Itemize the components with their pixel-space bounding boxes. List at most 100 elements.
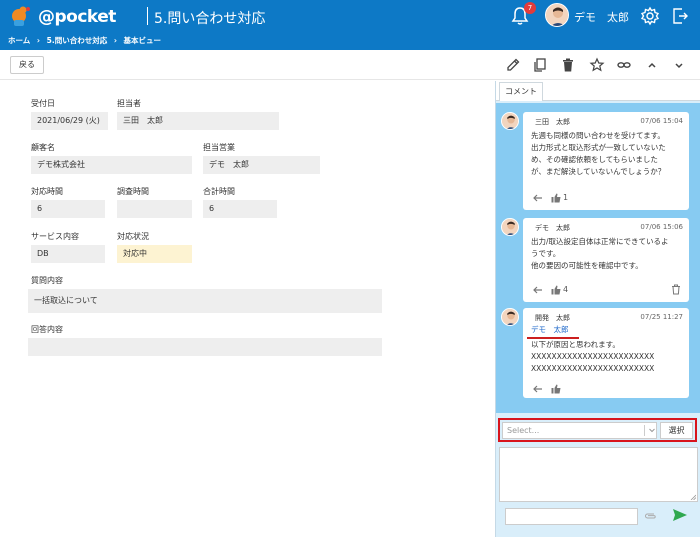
mention-underline bbox=[527, 337, 579, 339]
comment-line: 他の要因の可能性を確認中です。 bbox=[531, 261, 643, 270]
select-divider bbox=[644, 425, 645, 436]
like-count: 1 bbox=[563, 193, 569, 202]
field-label: サービス内容 bbox=[31, 232, 79, 241]
app-logo[interactable]: @pocket bbox=[10, 3, 116, 29]
avatar bbox=[501, 218, 519, 236]
reply-icon[interactable] bbox=[533, 384, 543, 394]
user-avatar-icon bbox=[502, 219, 518, 235]
logo-text: @pocket bbox=[38, 7, 116, 27]
research-time-value bbox=[117, 200, 192, 218]
breadcrumb-separator: › bbox=[36, 36, 40, 45]
user-name[interactable]: デモ 太郎 bbox=[574, 9, 629, 25]
question-value: 一括取込について bbox=[28, 289, 382, 313]
field-label: 回答内容 bbox=[31, 325, 63, 334]
breadcrumb-app[interactable]: 5.問い合わせ対応 bbox=[47, 36, 108, 45]
total-time-value: 6 bbox=[203, 200, 277, 218]
select-button[interactable]: 選択 bbox=[660, 422, 693, 439]
pencil-icon[interactable] bbox=[505, 57, 521, 73]
comment-line: XXXXXXXXXXXXXXXXXXXXXXXX bbox=[531, 352, 655, 361]
comment-card: 開発 太郎 07/25 11:27 デモ 太郎 以下が原因と思われます。 XXX… bbox=[523, 308, 689, 398]
field-label: 対応時間 bbox=[31, 187, 63, 196]
field-label: 調査時間 bbox=[117, 187, 149, 196]
comment-line: うです。 bbox=[531, 249, 561, 258]
like-icon[interactable] bbox=[551, 384, 561, 394]
copy-icon[interactable] bbox=[532, 57, 548, 73]
answer-value bbox=[28, 338, 382, 356]
comment-panel: コメント 三田 太郎 07/06 15:04 先週も同様の問い合わせを受けてます… bbox=[495, 81, 700, 537]
chevron-up-icon[interactable] bbox=[644, 57, 660, 73]
field-label: 合計時間 bbox=[203, 187, 235, 196]
comment-line: 以下が原因と思われます。 bbox=[531, 340, 620, 349]
field-label: 顧客名 bbox=[31, 143, 55, 152]
user-avatar-icon bbox=[502, 113, 518, 129]
comment-time: 07/25 11:27 bbox=[640, 313, 683, 321]
field-label: 担当者 bbox=[117, 99, 141, 108]
title-separator bbox=[147, 7, 148, 25]
chevron-down-icon[interactable] bbox=[671, 57, 687, 73]
star-icon[interactable] bbox=[589, 57, 605, 73]
avatar bbox=[501, 308, 519, 326]
notification-badge: 7 bbox=[524, 2, 536, 14]
trash-icon[interactable] bbox=[671, 284, 681, 295]
avatar bbox=[501, 112, 519, 130]
mention-select-row: Select... 選択 bbox=[496, 418, 700, 444]
comment-author: 開発 太郎 bbox=[535, 314, 570, 322]
sales-rep-value: デモ 太郎 bbox=[203, 156, 320, 174]
comment-text: 先週も同様の問い合わせを受けてます。 出力形式と取込形式が一致していないた め、… bbox=[531, 130, 686, 178]
status-badge: 対応中 bbox=[117, 245, 192, 263]
trash-icon[interactable] bbox=[560, 57, 576, 73]
breadcrumb-separator: › bbox=[113, 36, 117, 45]
mention-link[interactable]: デモ 太郎 bbox=[531, 324, 686, 336]
breadcrumb-view[interactable]: 基本ビュー bbox=[124, 36, 162, 45]
comment-list: 三田 太郎 07/06 15:04 先週も同様の問い合わせを受けてます。 出力形… bbox=[496, 103, 700, 413]
comment-time: 07/06 15:06 bbox=[640, 223, 683, 231]
side-tabs: コメント bbox=[496, 81, 700, 101]
back-button[interactable]: 戻る bbox=[10, 56, 44, 74]
avatar[interactable] bbox=[545, 3, 569, 27]
record-detail: 受付日 2021/06/29 (火) 担当者 三田 太郎 顧客名 デモ株式会社 … bbox=[6, 81, 494, 537]
comment-line: 出力/取込設定自体は正常にできているよ bbox=[531, 237, 669, 246]
comment-card: 三田 太郎 07/06 15:04 先週も同様の問い合わせを受けてます。 出力形… bbox=[523, 112, 689, 210]
like-icon[interactable] bbox=[551, 193, 561, 203]
chevron-down-icon[interactable] bbox=[648, 426, 656, 434]
send-icon[interactable] bbox=[672, 507, 688, 523]
link-icon[interactable] bbox=[616, 57, 632, 73]
field-label: 対応状況 bbox=[117, 232, 149, 241]
comment-line: め、その確認依頼をしてもらいました bbox=[531, 155, 658, 164]
comment-line: 先週も同様の問い合わせを受けてます。 bbox=[531, 131, 665, 140]
field-label: 担当営業 bbox=[203, 143, 235, 152]
reply-icon[interactable] bbox=[533, 285, 543, 295]
kangaroo-logo-icon bbox=[12, 6, 30, 26]
comment-author: デモ 太郎 bbox=[535, 224, 570, 232]
service-value: DB bbox=[31, 245, 105, 263]
comment-textarea[interactable] bbox=[499, 447, 698, 502]
comment-card: デモ 太郎 07/06 15:06 出力/取込設定自体は正常にできているよ うで… bbox=[523, 218, 689, 302]
comment-input-row bbox=[496, 502, 700, 537]
attachment-icon[interactable] bbox=[643, 511, 657, 521]
resize-grip-icon[interactable] bbox=[690, 494, 696, 500]
mention-select[interactable]: Select... bbox=[502, 422, 657, 439]
customer-value: デモ株式会社 bbox=[31, 156, 192, 174]
handling-time-value: 6 bbox=[31, 200, 105, 218]
comment-line: が、まだ解決していないんでしょうか？ bbox=[531, 167, 666, 176]
like-icon[interactable] bbox=[551, 285, 561, 295]
tab-comments[interactable]: コメント bbox=[499, 82, 543, 101]
comment-text: 出力/取込設定自体は正常にできているよ うです。 他の要因の可能性を確認中です。 bbox=[531, 236, 686, 272]
select-placeholder: Select... bbox=[507, 426, 540, 435]
breadcrumb-home[interactable]: ホーム bbox=[8, 36, 30, 45]
comment-text: デモ 太郎 以下が原因と思われます。 XXXXXXXXXXXXXXXXXXXXX… bbox=[531, 324, 686, 375]
assignee-value: 三田 太郎 bbox=[117, 112, 279, 130]
record-toolbar: 戻る bbox=[0, 50, 700, 80]
comment-input[interactable] bbox=[505, 508, 638, 525]
gear-icon[interactable] bbox=[640, 6, 660, 26]
comment-time: 07/06 15:04 bbox=[640, 117, 683, 125]
breadcrumb: ホーム › 5.問い合わせ対応 › 基本ビュー bbox=[0, 32, 700, 50]
user-avatar-icon bbox=[502, 309, 518, 325]
field-label: 受付日 bbox=[31, 99, 55, 108]
logout-icon[interactable] bbox=[670, 6, 690, 26]
like-count: 4 bbox=[563, 285, 569, 294]
received-date-value: 2021/06/29 (火) bbox=[31, 112, 108, 130]
comment-line: XXXXXXXXXXXXXXXXXXXXXXXX bbox=[531, 364, 655, 373]
page-title: 5.問い合わせ対応 bbox=[154, 11, 266, 27]
reply-icon[interactable] bbox=[533, 193, 543, 203]
